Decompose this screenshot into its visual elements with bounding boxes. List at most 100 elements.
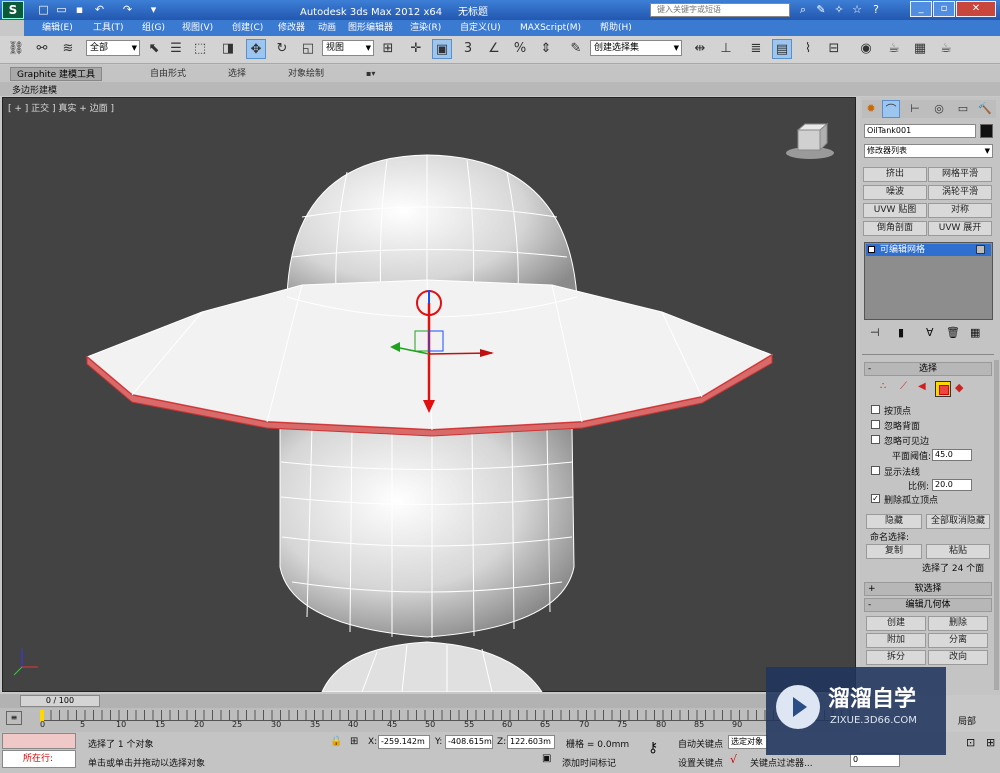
motion-tab-icon[interactable]: ◎ (930, 100, 948, 118)
select-manipulate-icon[interactable]: ✛ (406, 39, 426, 59)
planar-thresh-spinner[interactable]: 45.0 (932, 449, 972, 461)
selection-key-select[interactable]: 选定对象 (728, 735, 768, 749)
mod-noise-button[interactable]: 噪波 (863, 185, 927, 200)
make-unique-icon[interactable]: ∀ (926, 326, 934, 339)
tab-graphite[interactable]: Graphite 建模工具 (10, 67, 103, 81)
mod-turbosmooth-button[interactable]: 涡轮平滑 (928, 185, 992, 200)
time-slider-thumb[interactable]: 0 / 100 (20, 695, 100, 707)
show-normals-checkbox[interactable] (871, 466, 880, 475)
detach-button[interactable]: 分离 (928, 633, 988, 648)
menu-tools[interactable]: 工具(T) (93, 21, 124, 35)
lock-selection-icon[interactable]: 🔒 (330, 736, 342, 747)
running-label[interactable]: 所在行: (2, 750, 76, 768)
curve-editor-icon[interactable]: ⌇ (798, 39, 818, 59)
hierarchy-tab-icon[interactable]: ⊢ (906, 100, 924, 118)
menu-graph-editors[interactable]: 图形编辑器 (348, 21, 393, 35)
menu-modifiers[interactable]: 修改器 (278, 21, 305, 35)
ignore-visible-edges-checkbox[interactable] (871, 435, 880, 444)
communication-icon[interactable]: ✧ (831, 2, 847, 18)
window-crossing-icon[interactable]: ◨ (218, 39, 238, 59)
modify-tab-icon[interactable]: ⌒ (882, 100, 900, 118)
key-filter-icon[interactable]: √ (730, 753, 737, 766)
menu-maxscript[interactable]: MAXScript(M) (520, 21, 581, 35)
face-level-icon[interactable]: ◀ (918, 381, 926, 392)
search-input[interactable]: 键入关键字或短语 (650, 3, 790, 17)
add-time-tag-label[interactable]: 添加时间标记 (562, 756, 616, 769)
close-button[interactable]: ✕ (956, 1, 996, 17)
menu-rendering[interactable]: 渲染(R) (410, 21, 441, 35)
render-icon[interactable]: ☕ (936, 39, 956, 59)
modifier-list-select[interactable]: 修改器列表 ▼ (864, 144, 993, 158)
x-coordinate-field[interactable]: -259.142m (378, 735, 430, 749)
track-bar[interactable]: 0 5 10 15 20 25 30 35 40 45 50 55 60 65 … (0, 708, 860, 732)
tab-selection[interactable]: 选择 (222, 67, 252, 81)
save-icon[interactable]: ▪ (72, 2, 87, 17)
remove-modifier-icon[interactable]: 🗑 (946, 326, 960, 339)
graphite-toggle-icon[interactable]: ▤ (772, 39, 792, 59)
new-file-icon[interactable]: □ (36, 2, 51, 17)
redo-icon[interactable]: ↷ (120, 2, 135, 17)
object-color-swatch[interactable] (980, 124, 993, 138)
absolute-mode-icon[interactable]: ⊞ (350, 736, 358, 747)
show-end-result-icon[interactable]: ▮ (898, 326, 904, 339)
hide-button[interactable]: 隐藏 (866, 514, 922, 529)
create-tab-icon[interactable]: ✹ (862, 100, 880, 118)
create-button[interactable]: 创建 (866, 616, 926, 631)
z-coordinate-field[interactable]: 122.603m (507, 735, 555, 749)
normal-scale-spinner[interactable]: 20.0 (932, 479, 972, 491)
keyboard-shortcut-override-icon[interactable]: ▣ (432, 39, 452, 59)
set-key-button[interactable]: 设置关键点 (678, 756, 723, 769)
mod-extrude-button[interactable]: 挤出 (863, 167, 927, 182)
menu-help[interactable]: 帮助(H) (600, 21, 632, 35)
restore-button[interactable]: ▫ (933, 1, 955, 17)
soft-selection-rollout-header[interactable]: + 软选择 (864, 582, 992, 596)
zoom-extents-icon[interactable]: ⊡ (966, 736, 975, 749)
ribbon-options-icon[interactable]: ▪▾ (360, 67, 381, 81)
move-icon[interactable]: ✥ (246, 39, 266, 59)
align-icon[interactable]: ⊥ (716, 39, 736, 59)
object-name-field[interactable]: OilTank001 (864, 124, 976, 138)
select-by-name-icon[interactable]: ☰ (166, 39, 186, 59)
edit-geometry-rollout-header[interactable]: - 编辑几何体 (864, 598, 992, 612)
current-frame-field[interactable]: 0 (850, 753, 900, 767)
attach-button[interactable]: 附加 (866, 633, 926, 648)
menu-create[interactable]: 创建(C) (232, 21, 263, 35)
zoom-all-icon[interactable]: ⊞ (986, 736, 995, 749)
tab-object-paint[interactable]: 对象绘制 (282, 67, 330, 81)
selection-filter-select[interactable]: 全部 ▼ (86, 40, 140, 56)
mini-listener-icon[interactable]: ≡ (6, 711, 22, 725)
scale-icon[interactable]: ◱ (298, 39, 318, 59)
mod-bevel-profile-button[interactable]: 倒角剖面 (863, 221, 927, 236)
rendered-frame-icon[interactable]: ▦ (910, 39, 930, 59)
element-level-icon[interactable]: ◆ (955, 381, 963, 394)
ignore-backface-checkbox[interactable] (871, 420, 880, 429)
unlink-icon[interactable]: ⚯ (32, 39, 52, 59)
minimize-button[interactable]: _ (910, 1, 932, 17)
subscription-icon[interactable]: ✎ (813, 2, 829, 18)
quick-access-dropdown-icon[interactable]: ▾ (146, 2, 161, 17)
favorites-icon[interactable]: ☆ (849, 2, 865, 18)
delete-button[interactable]: 删除 (928, 616, 988, 631)
schematic-view-icon[interactable]: ⊟ (824, 39, 844, 59)
spinner-snap-icon[interactable]: ⇕ (536, 39, 556, 59)
help-icon[interactable]: ? (868, 2, 884, 18)
app-logo-icon[interactable]: S (2, 1, 24, 19)
menu-customize[interactable]: 自定义(U) (460, 21, 501, 35)
render-setup-icon[interactable]: ☕ (884, 39, 904, 59)
snaps-toggle-icon[interactable]: 3 (458, 39, 478, 59)
configure-sets-icon[interactable]: ▦ (970, 326, 980, 339)
pivot-center-icon[interactable]: ⊞ (378, 39, 398, 59)
select-object-icon[interactable]: ⬉ (144, 39, 164, 59)
mod-uvw-map-button[interactable]: UVW 贴图 (863, 203, 927, 218)
stack-item-editable-mesh[interactable]: 可编辑网格 (866, 244, 991, 256)
menu-group[interactable]: 组(G) (142, 21, 165, 35)
rotate-icon[interactable]: ↻ (272, 39, 292, 59)
polygon-level-icon[interactable] (935, 381, 951, 397)
reference-coord-select[interactable]: 视图 ▼ (322, 40, 374, 56)
by-vertex-checkbox[interactable] (871, 405, 880, 414)
key-filters-button[interactable]: 关键点过滤器... (750, 756, 813, 769)
undo-icon[interactable]: ↶ (92, 2, 107, 17)
auto-key-button[interactable]: 自动关键点 (678, 737, 723, 750)
tab-freeform[interactable]: 自由形式 (144, 67, 192, 81)
utilities-tab-icon[interactable]: 🔨 (976, 100, 994, 118)
